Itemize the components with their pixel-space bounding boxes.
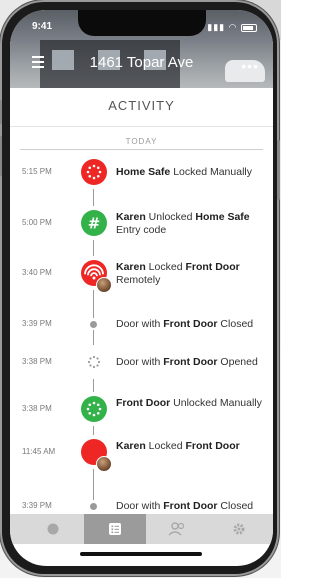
phone-screen: 9:41 ▮▮▮ ◠ 1461 Topar Ave ••• ACTIVITY T… [10, 10, 273, 566]
divider [20, 149, 263, 150]
dot-icon [90, 502, 97, 510]
event-subject: Karen [116, 211, 146, 223]
event-description: Door with Front Door Closed [116, 318, 268, 331]
lock-dots-icon [81, 159, 107, 185]
date-group-label: TODAY [125, 137, 158, 146]
event-time: 3:39 PM [22, 501, 52, 510]
timeline-connector [93, 330, 94, 345]
timeline-connector [93, 469, 94, 500]
avatar [96, 456, 112, 472]
event-description: Home Safe Locked Manually [116, 166, 268, 179]
event-subject: Karen [116, 440, 146, 452]
event-time: 11:45 AM [22, 447, 56, 456]
event-subject: Karen [116, 261, 146, 273]
tab-settings[interactable] [208, 514, 270, 544]
event-subject: Front Door [185, 440, 240, 452]
event-action: Door with [116, 500, 164, 512]
event-action: Opened [217, 356, 258, 368]
event-subject: Front Door [163, 500, 218, 512]
event-description: Door with Front Door Opened [116, 356, 268, 369]
event-action: Unlocked [145, 211, 196, 223]
event-subject: Home Safe [116, 166, 171, 178]
timeline-connector [93, 290, 94, 318]
event-time: 3:38 PM [22, 357, 52, 366]
tab-users[interactable] [146, 514, 208, 544]
gear-icon [233, 523, 245, 535]
section-title: ACTIVITY [108, 98, 175, 113]
event-subject: Front Door [116, 397, 171, 409]
header-banner: 9:41 ▮▮▮ ◠ 1461 Topar Ave ••• [10, 10, 273, 88]
event-action: Door with [116, 356, 164, 368]
event-action: Locked Manually [170, 166, 252, 178]
dot-icon [90, 320, 97, 328]
event-description: Karen Unlocked Home Safe Entry code [116, 211, 268, 237]
event-time: 5:15 PM [22, 167, 52, 176]
timeline-connector [93, 189, 94, 206]
side-button [277, 140, 280, 200]
timeline-connector [93, 379, 94, 392]
status-time: 9:41 [32, 21, 53, 32]
notch [78, 10, 206, 36]
event-subject: Front Door [163, 318, 218, 330]
event-time: 3:40 PM [22, 268, 52, 277]
event-subject: Home Safe [195, 211, 250, 223]
event-action: Unlocked Manually [170, 397, 262, 409]
avatar [96, 277, 112, 293]
event-action: Locked [145, 440, 186, 452]
tab-bar [10, 514, 273, 544]
event-description: Door with Front Door Closed [116, 500, 268, 513]
phone-frame: 9:41 ▮▮▮ ◠ 1461 Topar Ave ••• ACTIVITY T… [0, 0, 280, 576]
users-icon [168, 522, 185, 536]
event-subject: Front Door [185, 261, 240, 273]
circle-icon [47, 523, 59, 535]
hash-icon: # [81, 210, 107, 236]
event-time: 5:00 PM [22, 218, 52, 227]
event-action: Remotely [116, 274, 161, 286]
battery-icon [241, 23, 257, 32]
event-description: Karen Locked Front Door [116, 440, 268, 453]
list-icon [109, 523, 121, 535]
divider [10, 126, 273, 127]
signal-icon: ▮▮▮ [207, 22, 226, 32]
event-action: Locked [145, 261, 186, 273]
tab-activity[interactable] [84, 514, 146, 544]
page-title: 1461 Topar Ave [89, 54, 194, 71]
event-subject: Front Door [163, 356, 218, 368]
event-action: Door with [116, 318, 164, 330]
event-time: 3:39 PM [22, 319, 52, 328]
tab-home[interactable] [22, 514, 84, 544]
svg-text:#: # [88, 215, 101, 233]
event-description: Karen Locked Front Door Remotely [116, 261, 268, 287]
event-description: Front Door Unlocked Manually [116, 397, 268, 410]
dotted-ring-icon [81, 349, 107, 375]
home-indicator [80, 552, 202, 556]
side-button [0, 136, 2, 176]
event-action: Closed [217, 500, 254, 512]
lock-dots-icon [81, 396, 107, 422]
side-button [0, 100, 2, 124]
event-time: 3:38 PM [22, 404, 52, 413]
event-action: Closed [217, 318, 254, 330]
event-action: Entry code [116, 224, 167, 236]
status-icons: ▮▮▮ ◠ [207, 22, 257, 33]
more-icon[interactable]: ••• [241, 58, 259, 74]
timeline-connector [93, 240, 94, 256]
wifi-status-icon: ◠ [228, 22, 238, 32]
timeline-connector [93, 426, 94, 435]
